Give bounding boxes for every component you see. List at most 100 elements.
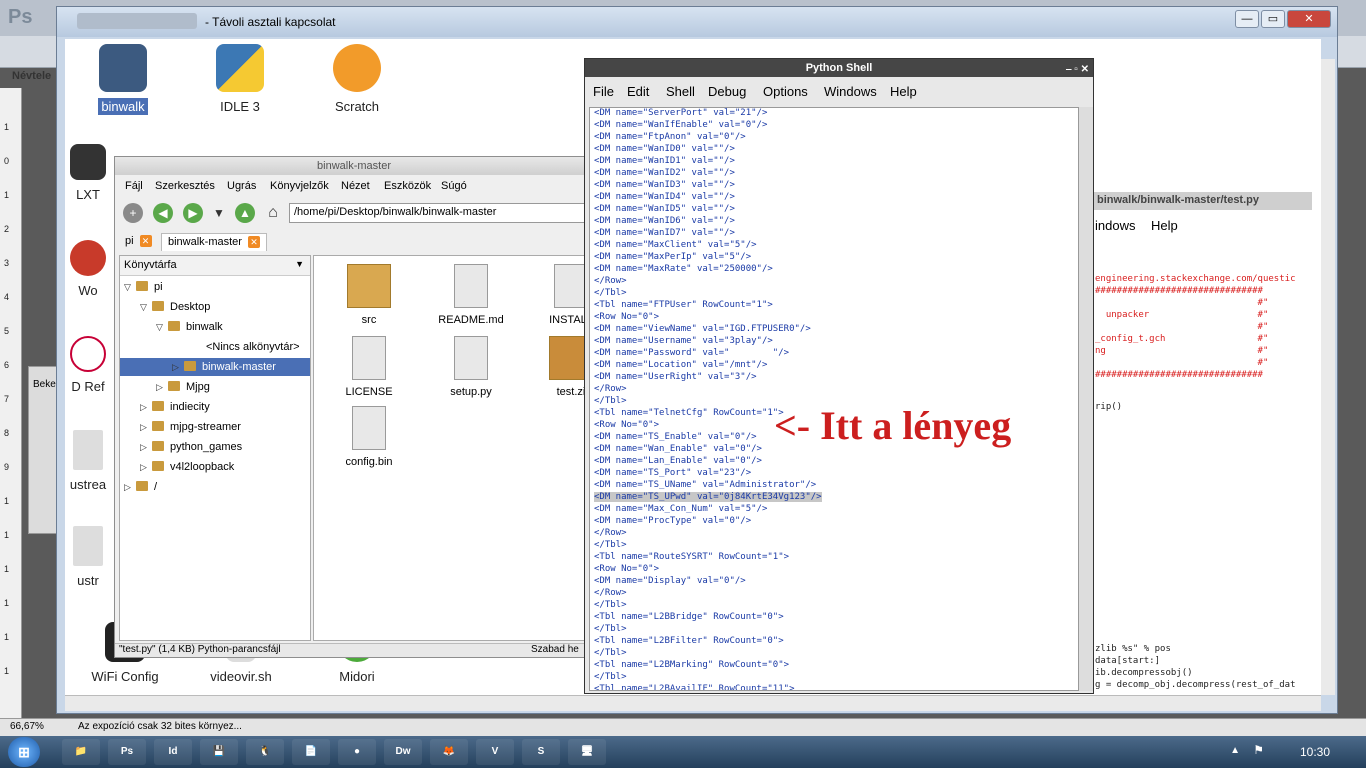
file-item-readme[interactable]: README.md (426, 264, 516, 326)
horizontal-scrollbar[interactable] (65, 695, 1321, 711)
tree-item-mjpg[interactable]: ▷ Mjpg (156, 378, 210, 396)
code-line: <Tbl name="TelnetCfg" RowCount="1"> (594, 408, 784, 418)
menu-ugras[interactable]: Ugrás (227, 180, 256, 192)
network-icon[interactable]: ⚑ (1253, 743, 1264, 757)
close-tab-icon[interactable]: ✕ (247, 236, 260, 248)
file-manager-window: binwalk-master Fájl Szerkesztés Ugrás Kö… (114, 156, 595, 658)
desktop-icon-wolfram[interactable]: Wo (58, 240, 118, 299)
shell-output[interactable]: <DM name="ServerPort" val="21"/> <DM name… (589, 107, 1079, 691)
tree-item-desktop[interactable]: ▽ Desktop (140, 298, 210, 316)
close-button[interactable]: ✕ (1287, 10, 1331, 28)
tray-arrow-icon[interactable]: ▲ (1230, 745, 1240, 756)
skype-icon[interactable]: S (522, 739, 560, 765)
window-controls[interactable]: ‒ ▫ ✕ (1066, 61, 1089, 79)
sidebar-header[interactable]: Könyvtárfa ▼ (120, 256, 310, 276)
menu-szerkesztes[interactable]: Szerkesztés (155, 180, 215, 192)
tree-item-pi[interactable]: ▽ pi (124, 278, 163, 296)
folder-icon (184, 361, 196, 371)
home-icon[interactable]: ⌂ (263, 203, 283, 223)
menu-windows[interactable]: Windows (824, 84, 877, 99)
file-item-src[interactable]: src (324, 264, 414, 326)
dropdown-arrow-icon[interactable]: ▼ (295, 259, 304, 269)
ruler-number: 8 (4, 428, 10, 438)
tree-item-binwalk[interactable]: ▽ binwalk (156, 318, 223, 336)
tree-item-mjpg-streamer[interactable]: ▷ mjpg-streamer (140, 418, 241, 436)
menu-fajl[interactable]: Fájl (125, 180, 143, 192)
python-icon (216, 44, 264, 92)
tree-item-binwalk-master[interactable]: ▷ binwalk-master (120, 358, 310, 376)
tree-item-root[interactable]: ▷ / (124, 478, 157, 496)
file-manager-titlebar[interactable]: binwalk-master (115, 157, 593, 175)
firefox-icon[interactable]: 🦊 (430, 739, 468, 765)
desktop-icon-debian-reference[interactable]: D Ref (58, 336, 118, 395)
forward-icon[interactable]: ▶ (183, 203, 203, 223)
desktop-icon-ustream[interactable]: ustrea (58, 430, 118, 493)
menu-shell[interactable]: Shell (666, 84, 695, 99)
history-dropdown-icon[interactable]: ▼ (209, 203, 229, 223)
menu-file[interactable]: File (593, 84, 614, 99)
start-button[interactable]: ⊞ (8, 737, 40, 767)
menu-nezet[interactable]: Nézet (341, 180, 370, 192)
office-icon[interactable]: 📄 (292, 739, 330, 765)
menu-sugo[interactable]: Súgó (441, 180, 467, 192)
tree-item-v4l2loopback[interactable]: ▷ v4l2loopback (140, 458, 234, 476)
menu-konyvjelzok[interactable]: Könyvjelzők (270, 180, 329, 192)
explorer-icon[interactable]: 📁 (62, 739, 100, 765)
rdp-titlebar[interactable]: - Távoli asztali kapcsolat — ▭ ✕ (57, 7, 1337, 37)
folder-icon (136, 281, 148, 291)
photoshop-icon[interactable]: Ps (108, 739, 146, 765)
path-input[interactable]: /home/pi/Desktop/binwalk/binwalk-master (289, 203, 595, 223)
maximize-button[interactable]: ▭ (1261, 10, 1285, 28)
menu-help[interactable]: Help (1151, 218, 1178, 233)
menu-eszkozok[interactable]: Eszközök (384, 180, 431, 192)
code-line: </Tbl> (594, 672, 627, 682)
shell-scrollbar[interactable] (1079, 107, 1093, 691)
file-item-setup-py[interactable]: setup.py (426, 336, 516, 398)
idle-editor-title[interactable]: binwalk/binwalk-master/test.py (1093, 192, 1312, 210)
back-icon[interactable]: ◀ (153, 203, 173, 223)
wolfram-icon (70, 240, 106, 276)
code-line: <Row No="0"> (594, 312, 660, 322)
folder-icon (152, 301, 164, 311)
menu-options[interactable]: Options (763, 84, 808, 99)
ruler-number: 3 (4, 258, 10, 268)
desktop-icon-lxterminal[interactable]: LXT (58, 144, 118, 203)
desktop-icon-ustr[interactable]: ustr (58, 526, 118, 589)
file-item-config-bin[interactable]: config.bin (324, 406, 414, 468)
code-line: <DM name="TS_Enable" val="0"/> (594, 432, 757, 442)
code-line: <DM name="Wan_Enable" val="0"/> (594, 444, 762, 454)
new-tab-icon[interactable]: + (123, 203, 143, 223)
menu-edit[interactable]: Edit (627, 84, 649, 99)
desktop-icon-idle3[interactable]: IDLE 3 (195, 44, 285, 115)
vertical-scrollbar[interactable] (1321, 59, 1335, 695)
menu-help[interactable]: Help (890, 84, 917, 99)
clock[interactable]: 10:30 (1300, 745, 1330, 759)
menu-debug[interactable]: Debug (708, 84, 746, 99)
viber-icon[interactable]: V (476, 739, 514, 765)
desktop-icon-binwalk[interactable]: binwalk (78, 44, 168, 115)
tab-pi[interactable]: pi ✕ (119, 233, 158, 251)
linux-icon[interactable]: 🐧 (246, 739, 284, 765)
dreamweaver-icon[interactable]: Dw (384, 739, 422, 765)
python-shell-titlebar[interactable]: Python Shell ‒ ▫ ✕ (585, 59, 1093, 77)
remote-desktop-icon[interactable]: 🖥 (568, 739, 606, 765)
minimize-button[interactable]: — (1235, 10, 1259, 28)
file-item-license[interactable]: LICENSE (324, 336, 414, 398)
up-icon[interactable]: ▲ (235, 203, 255, 223)
tree-item-indiecity[interactable]: ▷ indiecity (140, 398, 210, 416)
photoshop-document-tab[interactable]: Névtele (12, 70, 51, 82)
code-line: <DM name="Location" val="/mnt"/> (594, 360, 768, 370)
tree-item-python-games[interactable]: ▷ python_games (140, 438, 242, 456)
desktop-icon-scratch[interactable]: Scratch (312, 44, 402, 115)
code-line: </Row> (594, 276, 627, 286)
idle-code-line: ib.decompressobj() (1095, 668, 1193, 678)
zoom-level[interactable]: 66,67% (10, 721, 44, 732)
tab-binwalk-master[interactable]: binwalk-master ✕ (161, 233, 267, 251)
chrome-icon[interactable]: ● (338, 739, 376, 765)
floppy-icon[interactable]: 💾 (200, 739, 238, 765)
idle-code-line: #" (1095, 358, 1269, 368)
close-tab-icon[interactable]: ✕ (139, 235, 152, 247)
code-line: <DM name="MaxClient" val="5"/> (594, 240, 757, 250)
indesign-icon[interactable]: Id (154, 739, 192, 765)
menu-windows[interactable]: indows (1095, 218, 1135, 233)
